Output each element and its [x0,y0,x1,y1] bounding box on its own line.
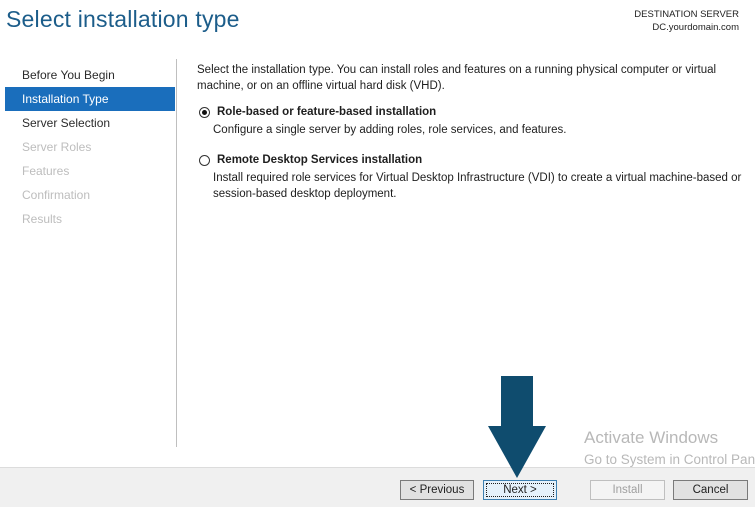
option-label[interactable]: Role-based or feature-based installation [217,104,747,120]
sidebar-divider [176,59,177,447]
install-button: Install [590,480,665,500]
wizard-steps-nav: Before You Begin Installation Type Serve… [5,63,175,231]
destination-server-name: DC.yourdomain.com [652,22,739,33]
destination-server-info: DESTINATION SERVER DC.yourdomain.com [634,8,739,34]
sidebar-item-confirmation: Confirmation [22,188,91,202]
destination-server-label: DESTINATION SERVER [634,9,739,20]
sidebar-item-features: Features [22,164,70,178]
sidebar-item-results: Results [22,212,63,226]
intro-text: Select the installation type. You can in… [197,64,717,92]
role-based-radio[interactable] [199,107,210,118]
cancel-button[interactable]: Cancel [673,480,748,500]
watermark-line: Go to System in Control Panel to [584,452,755,467]
page-title: Select installation type [6,6,240,32]
down-arrow-icon [488,376,546,478]
remote-desktop-radio[interactable] [199,155,210,166]
wizard-footer: < Previous Next > Install Cancel [0,467,755,507]
next-button[interactable]: Next > [483,480,557,500]
option-remote-desktop[interactable]: Remote Desktop Services installation Ins… [197,152,747,202]
watermark-title: Activate Windows [584,428,719,447]
previous-button[interactable]: < Previous [400,480,474,500]
main-content: Select the installation type. You can in… [197,62,747,208]
option-description: Configure a single server by adding role… [213,124,567,136]
sidebar-item-before-you-begin[interactable]: Before You Begin [5,63,175,87]
sidebar-item-server-roles: Server Roles [22,140,92,154]
option-description: Install required role services for Virtu… [213,172,742,200]
sidebar-item-server-selection[interactable]: Server Selection [5,111,175,135]
option-role-based[interactable]: Role-based or feature-based installation… [197,104,747,138]
option-label[interactable]: Remote Desktop Services installation [217,152,747,168]
sidebar-item-installation-type[interactable]: Installation Type [5,87,175,111]
